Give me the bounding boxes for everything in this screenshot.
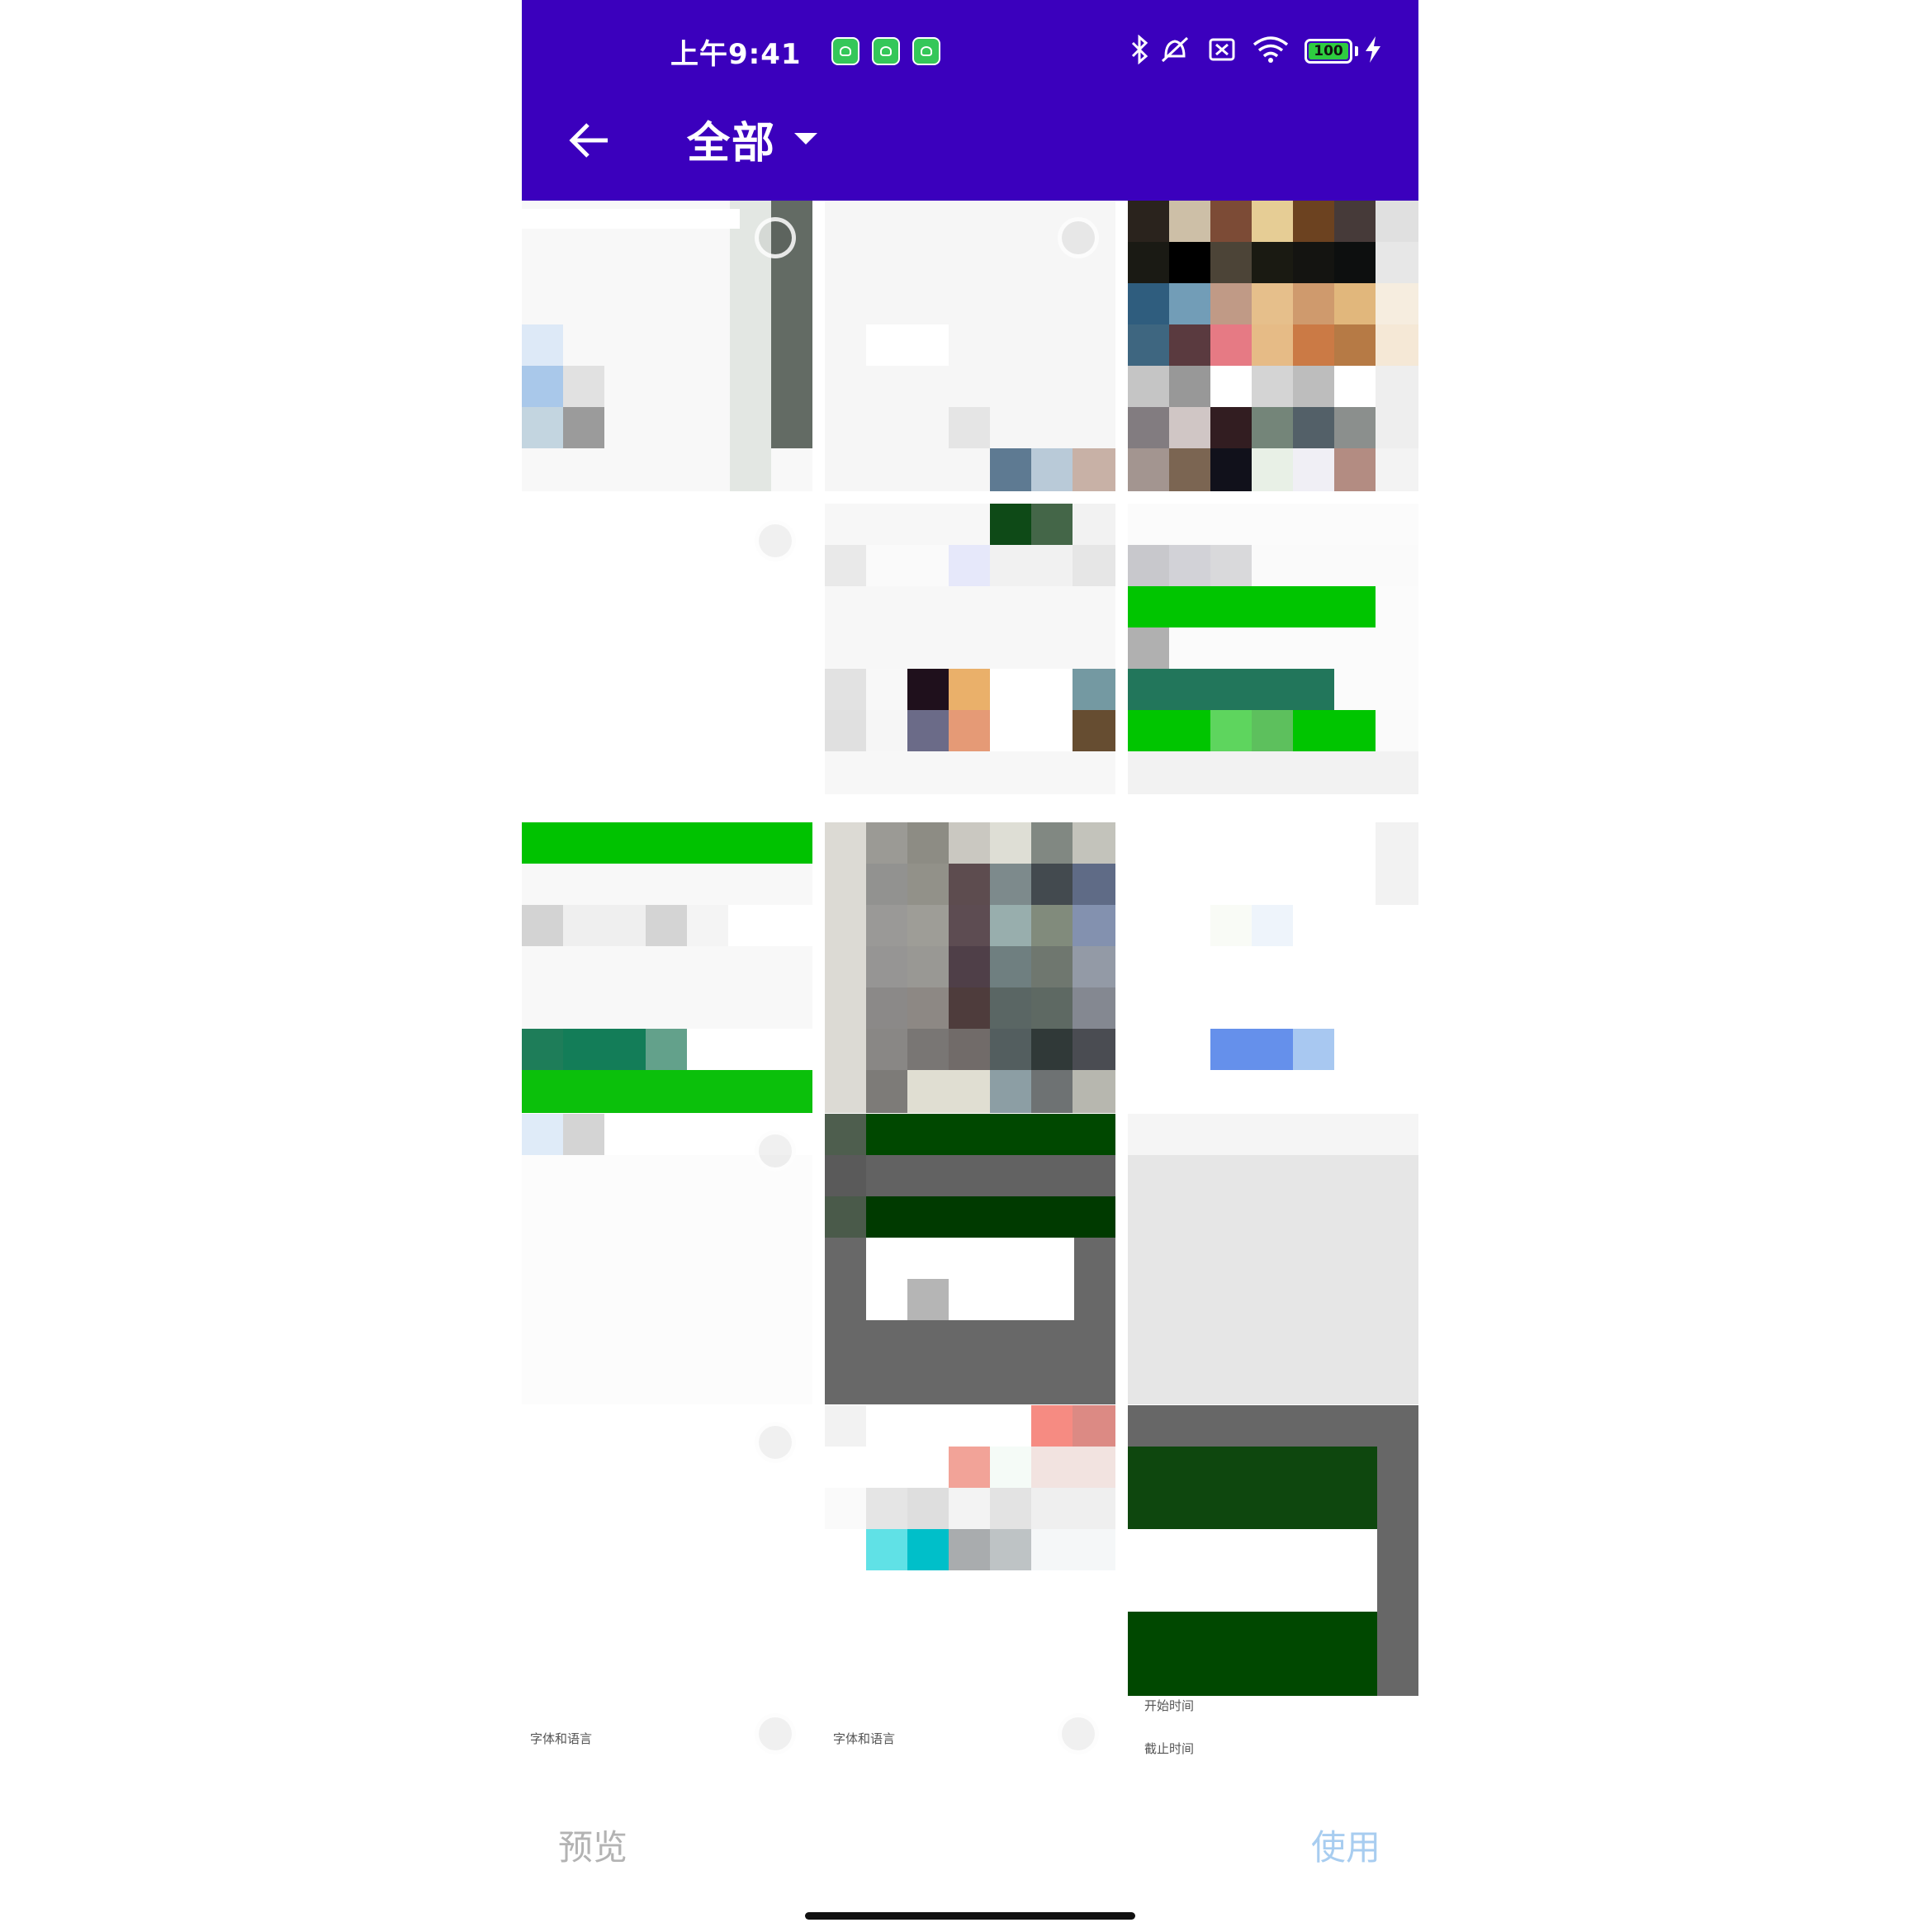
photo-thumbnail[interactable] bbox=[1128, 1114, 1418, 1404]
status-time: 上午9:41 bbox=[670, 38, 802, 71]
select-circle[interactable] bbox=[755, 1422, 796, 1463]
photo-thumbnail[interactable] bbox=[825, 822, 1115, 1113]
photo-thumbnail[interactable]: 开始时间 截止时间 bbox=[1128, 1697, 1418, 1783]
battery-level: 100 bbox=[1309, 43, 1348, 59]
home-indicator[interactable] bbox=[805, 1912, 1135, 1920]
photo-thumbnail[interactable] bbox=[522, 201, 812, 491]
thumbnail-caption: 字体和语言 bbox=[833, 1731, 896, 1746]
photo-thumbnail[interactable] bbox=[1128, 201, 1418, 491]
select-circle[interactable] bbox=[1058, 1713, 1099, 1754]
bluetooth-icon bbox=[1131, 35, 1148, 64]
android-notification-icon bbox=[831, 37, 859, 65]
vibrate-off-icon bbox=[1161, 36, 1189, 63]
arrow-left-icon bbox=[569, 123, 608, 158]
thumbnail-caption: 开始时间 bbox=[1144, 1698, 1195, 1713]
photo-thumbnail[interactable] bbox=[522, 822, 812, 1113]
charging-icon bbox=[1366, 36, 1380, 63]
photo-thumbnail[interactable] bbox=[522, 504, 812, 794]
photo-thumbnail[interactable] bbox=[825, 201, 1115, 491]
caret-down-icon bbox=[794, 133, 818, 144]
preview-button[interactable]: 预览 bbox=[558, 1820, 627, 1870]
battery-tip bbox=[1355, 46, 1358, 56]
album-title: 全部 bbox=[687, 118, 777, 168]
app-bar: 上午9:41 100 全部 bbox=[522, 0, 1418, 201]
phone-screen: 上午9:41 100 全部 字体和语言 字体和语言 开始时间 截止时间 预览 使… bbox=[522, 0, 1418, 1932]
sim-off-icon bbox=[1209, 38, 1235, 61]
use-button[interactable]: 使用 bbox=[1311, 1820, 1380, 1870]
select-circle[interactable] bbox=[755, 520, 796, 561]
back-button[interactable] bbox=[556, 107, 623, 173]
wifi-icon bbox=[1252, 36, 1289, 63]
thumbnail-caption: 字体和语言 bbox=[530, 1731, 593, 1746]
photo-thumbnail[interactable] bbox=[522, 1114, 812, 1404]
photo-thumbnail[interactable] bbox=[825, 1405, 1115, 1696]
select-circle[interactable] bbox=[755, 217, 796, 258]
select-circle[interactable] bbox=[1058, 217, 1099, 258]
thumbnail-caption: 截止时间 bbox=[1144, 1741, 1195, 1756]
photo-thumbnail[interactable] bbox=[1128, 1405, 1418, 1696]
photo-thumbnail[interactable] bbox=[825, 504, 1115, 794]
photo-grid: 字体和语言 字体和语言 开始时间 截止时间 bbox=[522, 201, 1418, 1783]
battery-icon: 100 bbox=[1305, 39, 1352, 64]
album-selector[interactable]: 全部 bbox=[687, 106, 818, 172]
photo-thumbnail[interactable]: 字体和语言 bbox=[522, 1697, 812, 1783]
photo-thumbnail[interactable] bbox=[1128, 822, 1418, 1113]
photo-thumbnail[interactable] bbox=[825, 1114, 1115, 1404]
select-circle[interactable] bbox=[755, 1130, 796, 1172]
photo-thumbnail[interactable] bbox=[1128, 504, 1418, 794]
app-notification-icon bbox=[912, 37, 940, 65]
bottom-action-bar: 预览 使用 bbox=[522, 1783, 1418, 1932]
photo-thumbnail[interactable] bbox=[522, 1405, 812, 1696]
app-notification-icon bbox=[872, 37, 900, 65]
photo-thumbnail[interactable]: 字体和语言 bbox=[825, 1697, 1115, 1783]
select-circle[interactable] bbox=[755, 1713, 796, 1754]
